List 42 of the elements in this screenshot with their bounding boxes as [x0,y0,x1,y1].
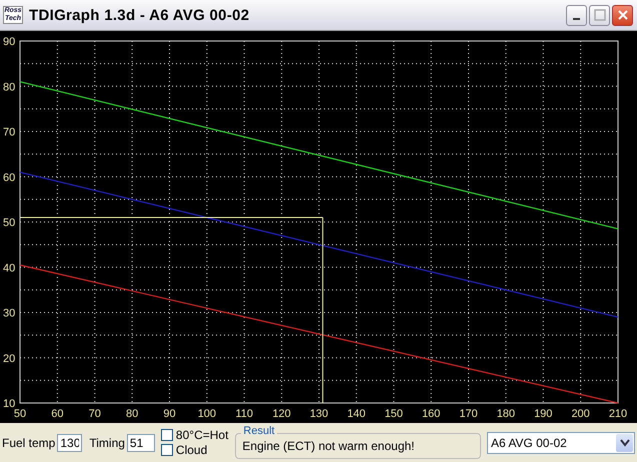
x-tick-label: 160 [422,408,440,420]
y-tick-label: 50 [3,217,16,229]
x-tick-label: 50 [14,408,26,420]
x-tick-label: 60 [51,408,64,420]
checkbox[interactable] [160,429,173,441]
x-tick-label: 150 [384,408,403,420]
y-tick-label: 90 [3,36,16,48]
checkbox-label: 80°C=Hot [176,428,228,442]
y-tick-label: 80 [3,81,16,94]
y-tick-label: 20 [3,352,16,365]
x-tick-label: 180 [496,408,516,420]
y-tick-label: 10 [3,398,16,410]
x-tick-label: 110 [235,408,254,420]
close-button[interactable] [612,4,633,26]
x-tick-label: 210 [608,408,628,420]
x-tick-label: 120 [272,408,291,420]
checkbox[interactable] [160,444,173,456]
timing-field[interactable]: 51 [126,434,155,452]
y-tick-label: 60 [3,172,16,184]
x-tick-label: 190 [534,408,552,420]
field-label: Fuel temp [2,436,56,450]
checkbox-label: Cloud [176,443,208,457]
x-tick-label: 100 [198,408,216,420]
y-tick-label: 40 [3,262,16,274]
window-title: TDIGraph 1.3d - A6 AVG 00-02 [29,6,250,24]
x-tick-label: 140 [347,408,366,420]
group-title: Result [241,424,277,436]
x-tick-label: 80 [126,408,138,420]
y-tick-label: 70 [3,126,16,138]
minimize-icon [573,18,580,20]
result-text: Engine (ECT) not warm enough! [242,438,415,452]
close-icon [616,9,628,21]
field-label: Timing [89,436,125,450]
profile-dropdown[interactable]: A6 AVG 00-02 [486,432,635,454]
x-tick-label: 130 [310,408,328,420]
x-tick-label: 90 [163,408,176,420]
x-tick-label: 70 [88,408,101,420]
y-tick-label: 30 [3,308,16,320]
x-tick-label: 170 [459,408,478,420]
x-tick-label: 200 [571,408,590,420]
minimize-button[interactable] [566,4,587,26]
maximize-icon [594,9,606,21]
